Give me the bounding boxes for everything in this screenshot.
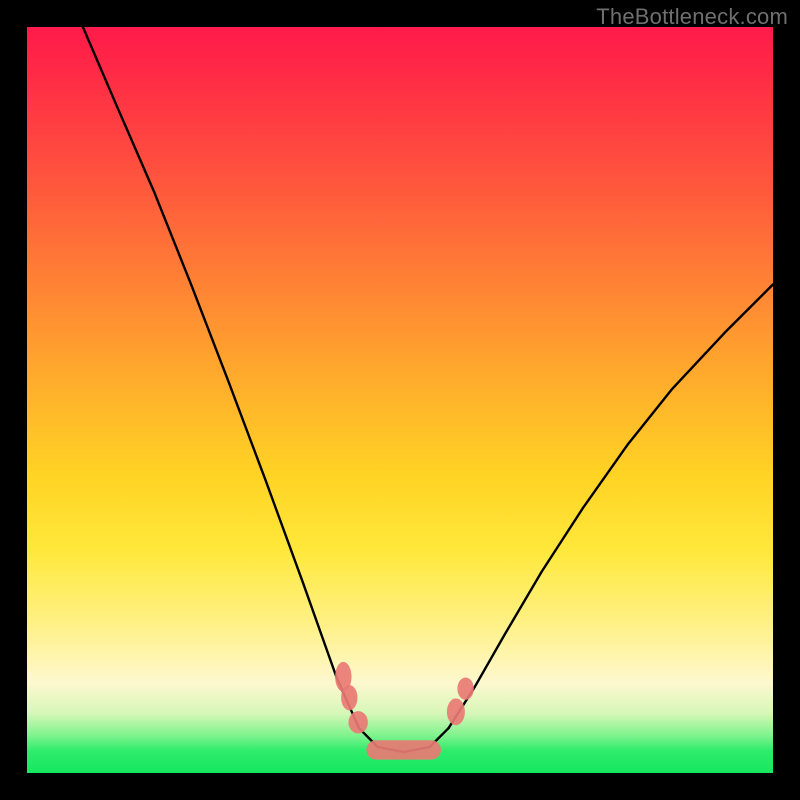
curve-right-branch (449, 284, 774, 728)
curve-left-branch (83, 27, 359, 728)
curve-svg (27, 27, 773, 773)
curve-group (83, 27, 773, 752)
curve-marker-3 (447, 698, 465, 725)
curve-marker-2 (349, 711, 368, 733)
plot-area (27, 27, 773, 773)
markers-group (335, 662, 474, 760)
valley-marker-pill (366, 740, 441, 759)
outer-frame: TheBottleneck.com (0, 0, 800, 800)
watermark-text: TheBottleneck.com (596, 4, 788, 30)
curve-marker-1 (341, 685, 357, 710)
curve-marker-4 (457, 678, 473, 700)
